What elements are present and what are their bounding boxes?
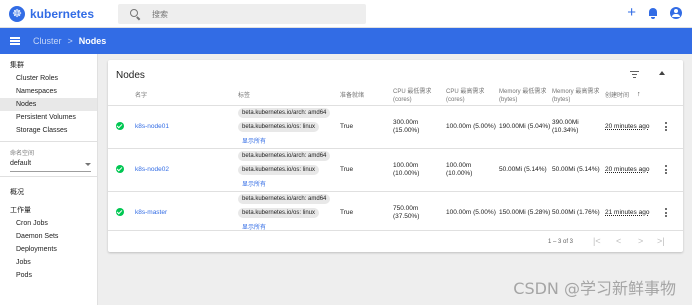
status-ok-icon (116, 165, 124, 173)
breadcrumb-cluster[interactable]: Cluster (33, 36, 62, 46)
sidebar-item-daemon-sets[interactable]: Daemon Sets (0, 230, 97, 243)
last-page-icon[interactable]: >| (657, 236, 665, 246)
collapse-caret-icon[interactable] (659, 71, 665, 75)
hamburger-menu-icon[interactable] (10, 37, 20, 45)
cpu-requests-percent: (15.00%) (393, 127, 420, 134)
sidebar-item-cluster-roles[interactable]: Cluster Roles (0, 72, 97, 85)
sort-arrow-up-icon[interactable]: ↑ (637, 91, 641, 99)
sidebar-divider (0, 141, 97, 142)
search-box[interactable] (118, 4, 366, 24)
nodes-card: Nodes 名字 标签 准备就绪 CPU 最低需求 (cores) CPU 最高… (108, 60, 683, 252)
column-header-labels: 标签 (238, 93, 251, 99)
memory-limits-percent: (10.34%) (552, 127, 579, 134)
sidebar-item-cron-jobs[interactable]: Cron Jobs (0, 217, 97, 230)
namespace-select[interactable]: default (0, 158, 97, 170)
memory-requests-value: 50.00Mi (5.14%) (499, 166, 547, 173)
label-chip: beta.kubernetes.io/arch: amd64 (238, 108, 331, 118)
cpu-requests-percent: (37.50%) (393, 213, 420, 220)
node-name-link[interactable]: k8s-master (135, 208, 167, 217)
memory-limits-value: 50.00Mi (5.14%) (552, 166, 600, 173)
namespace-label: 命名空间 (10, 151, 35, 157)
sidebar-item-persistent-volumes[interactable]: Persistent Volumes (0, 111, 97, 124)
label-chip: beta.kubernetes.io/os: linux (238, 208, 320, 218)
memory-requests-value: 190.00Mi (5.04%) (499, 123, 551, 130)
sidebar-item-storage-classes[interactable]: Storage Classes (0, 124, 97, 137)
search-input[interactable] (152, 9, 332, 19)
create-plus-icon[interactable]: + (627, 5, 636, 21)
label-chip: beta.kubernetes.io/os: linux (238, 165, 320, 175)
sidebar-item-namespaces[interactable]: Namespaces (0, 85, 97, 98)
node-name-link[interactable]: k8s-node01 (135, 122, 169, 131)
more-vert-icon[interactable] (665, 122, 667, 131)
created-time: 20 minutes ago (605, 123, 650, 130)
cpu-limits-value: 100.00m (5.00%) (446, 123, 496, 130)
search-icon (130, 9, 140, 19)
cpu-requests-percent: (10.00%) (393, 170, 420, 177)
prev-page-icon[interactable]: < (616, 236, 621, 246)
sidebar-item-jobs[interactable]: Jobs (0, 256, 97, 269)
show-all-labels-link[interactable]: 显示所有 (242, 179, 266, 188)
sidebar: 集群 Cluster Roles Namespaces Nodes Persis… (0, 54, 98, 305)
sidebar-divider (0, 176, 97, 177)
column-header-ready[interactable]: 准备就绪 (340, 92, 364, 100)
header-divider (108, 105, 683, 106)
cpu-limits-percent: (10.00%) (446, 170, 473, 177)
label-chip: beta.kubernetes.io/arch: amd64 (238, 151, 331, 161)
row-divider (108, 191, 683, 192)
sidebar-item-deployments[interactable]: Deployments (0, 243, 97, 256)
card-title: Nodes (116, 70, 145, 81)
filter-icon[interactable] (630, 71, 639, 78)
column-header-memory-limits[interactable]: Memory 最高需求 (bytes) (552, 88, 604, 104)
breadcrumb-current: Nodes (78, 36, 107, 46)
memory-requests-value: 150.00Mi (5.28%) (499, 209, 551, 216)
breadcrumb-separator: > (67, 36, 73, 46)
ready-value: True (340, 209, 354, 216)
top-bar: ☸ kubernetes + (0, 0, 692, 28)
more-vert-icon[interactable] (665, 165, 667, 174)
row-divider (108, 230, 683, 231)
column-header-cpu-requests[interactable]: CPU 最低需求 (cores) (393, 88, 443, 104)
next-page-icon[interactable]: > (638, 236, 643, 246)
helm-wheel-icon: ☸ (9, 5, 25, 22)
notifications-bell-icon[interactable] (648, 7, 658, 19)
column-header-name[interactable]: 名字 (135, 92, 147, 100)
watermark: CSDN @学习新鲜事物 (513, 279, 676, 298)
namespace-value: default (10, 160, 32, 167)
account-icon[interactable] (670, 7, 682, 19)
pagination-range: 1 – 3 of 3 (548, 239, 574, 245)
label-chip: beta.kubernetes.io/arch: amd64 (238, 194, 331, 204)
sidebar-item-pods[interactable]: Pods (0, 269, 97, 282)
namespace-underline (10, 171, 91, 172)
column-header-created[interactable]: 创建时间 (605, 92, 629, 100)
node-name-link[interactable]: k8s-node02 (135, 165, 169, 174)
ready-value: True (340, 123, 354, 130)
column-header-memory-requests[interactable]: Memory 最低需求 (bytes) (499, 88, 551, 104)
cpu-limits-value: 100.00m (5.00%) (446, 209, 496, 216)
status-ok-icon (116, 208, 124, 216)
created-time: 20 minutes ago (605, 166, 650, 173)
created-time: 21 minutes ago (605, 209, 650, 216)
logo[interactable]: ☸ kubernetes (9, 5, 95, 22)
sidebar-workloads-header[interactable]: 工作量 (0, 199, 97, 217)
logo-text: kubernetes (30, 6, 95, 21)
row-divider (108, 148, 683, 149)
chevron-down-icon (85, 163, 91, 166)
show-all-labels-link[interactable]: 显示所有 (242, 136, 266, 145)
memory-limits-value: 50.00Mi (1.76%) (552, 209, 600, 216)
column-header-cpu-limits[interactable]: CPU 最高需求 (cores) (446, 88, 496, 104)
breadcrumb: Cluster > Nodes (0, 28, 692, 54)
label-chip: beta.kubernetes.io/os: linux (238, 122, 320, 132)
status-ok-icon (116, 122, 124, 130)
first-page-icon[interactable]: |< (593, 236, 601, 246)
sidebar-item-overview[interactable]: 概况 (0, 181, 97, 199)
sidebar-item-nodes[interactable]: Nodes (0, 98, 97, 111)
sidebar-cluster-header[interactable]: 集群 (0, 54, 97, 72)
ready-value: True (340, 166, 354, 173)
more-vert-icon[interactable] (665, 208, 667, 217)
